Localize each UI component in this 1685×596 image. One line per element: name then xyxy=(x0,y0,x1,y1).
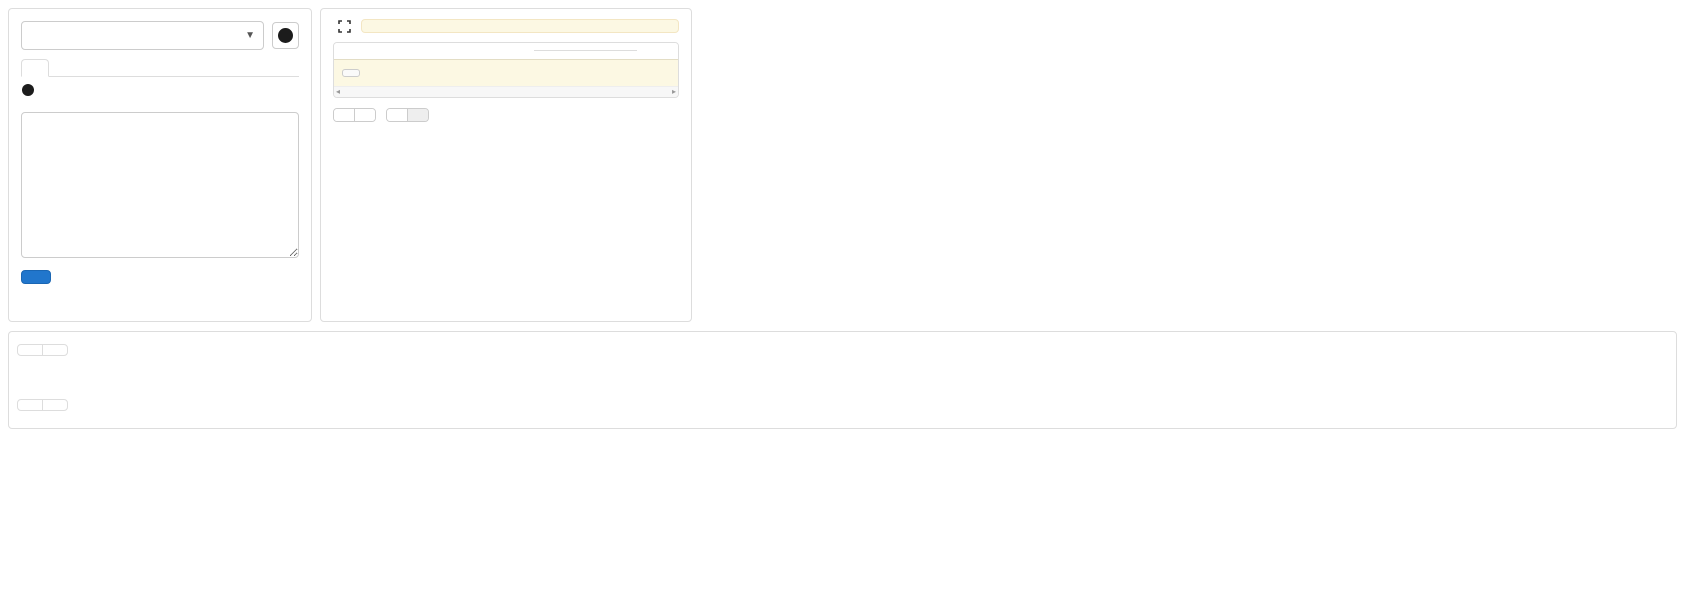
tab-specific-id[interactable] xyxy=(49,59,75,76)
model-help-button[interactable] xyxy=(272,22,299,49)
current-score-widget xyxy=(386,108,429,122)
col-eff-ratio xyxy=(534,51,575,60)
previous-page-button[interactable] xyxy=(17,399,43,411)
expand-icon[interactable] xyxy=(338,20,351,33)
base-score-total-value xyxy=(637,60,678,87)
base-score-table xyxy=(334,43,678,86)
base-score-panel: ◂ ▸ xyxy=(320,8,692,322)
next-page-button[interactable] xyxy=(42,399,68,411)
model-select[interactable]: ▼ xyxy=(21,21,264,50)
base-score-badge xyxy=(342,69,360,77)
current-score-value xyxy=(407,109,428,121)
col-computation xyxy=(534,43,636,51)
model-search-panel: ▼ xyxy=(8,8,312,322)
chevron-down-icon: ▼ xyxy=(245,30,255,41)
search-tabs xyxy=(21,59,299,77)
sighting-widget xyxy=(333,108,376,122)
sighting-label xyxy=(334,109,354,121)
sighting-date xyxy=(354,109,375,121)
pagination-bottom xyxy=(17,399,68,411)
question-icon xyxy=(278,28,293,43)
pagination-top xyxy=(17,344,68,356)
decay-score-chart xyxy=(700,10,1565,310)
restsearch-query-textarea[interactable] xyxy=(21,112,299,258)
base-score-table-wrap: ◂ ▸ xyxy=(333,42,679,98)
next-page-button[interactable] xyxy=(42,344,68,356)
question-icon xyxy=(22,84,34,96)
tab-restsearch[interactable] xyxy=(21,59,49,77)
restsearch-heading xyxy=(21,89,299,106)
col-tag xyxy=(334,43,534,60)
misp-decay-tool-page: ▼ xyxy=(0,0,1685,596)
search-button[interactable] xyxy=(21,270,51,284)
base-score-config-alert xyxy=(361,19,679,33)
base-score-total-row xyxy=(334,60,678,87)
horizontal-scrollbar[interactable]: ◂ ▸ xyxy=(334,86,678,97)
col-result xyxy=(637,43,678,60)
results-panel xyxy=(8,331,1677,429)
decay-chart-svg xyxy=(700,10,1565,310)
scroll-right-icon[interactable]: ▸ xyxy=(672,88,676,96)
col-value xyxy=(576,51,637,60)
scroll-left-icon[interactable]: ◂ xyxy=(336,88,340,96)
current-score-label xyxy=(387,109,407,121)
previous-page-button[interactable] xyxy=(17,344,43,356)
